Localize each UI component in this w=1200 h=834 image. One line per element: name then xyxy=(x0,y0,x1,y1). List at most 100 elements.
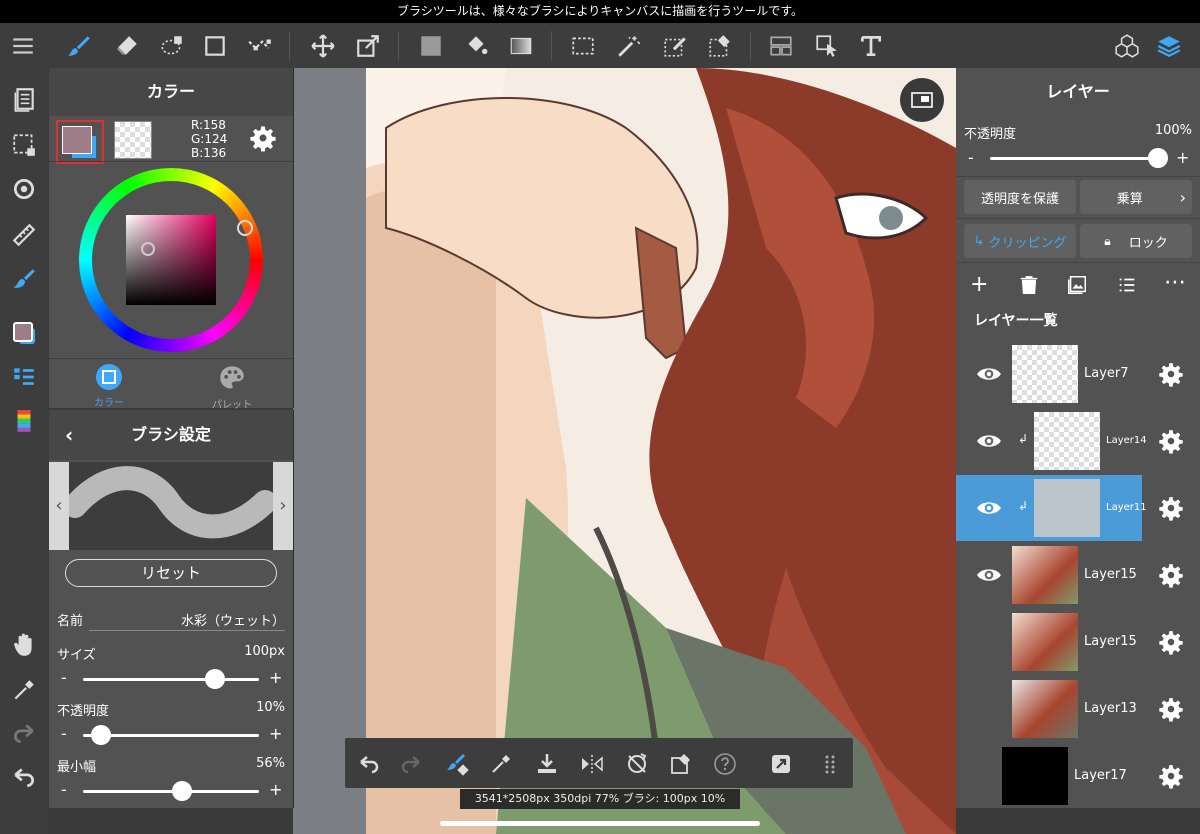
saturation-square[interactable] xyxy=(126,215,216,305)
brush-eraser-toggle-icon[interactable] xyxy=(443,750,471,778)
layer-menu-list-icon[interactable] xyxy=(1116,274,1138,300)
hand-tool-icon[interactable] xyxy=(7,628,41,662)
eye-icon[interactable] xyxy=(974,361,1004,391)
next-brush-icon[interactable]: › xyxy=(273,462,293,550)
layer-row[interactable]: Layer7 xyxy=(956,341,1200,407)
operation-tool-icon[interactable] xyxy=(810,29,844,63)
minwidth-slider-knob[interactable] xyxy=(171,781,192,801)
blend-mode-button[interactable]: 乗算 › xyxy=(1080,180,1192,214)
eye-icon[interactable] xyxy=(974,428,1004,458)
lasso-eraser-icon[interactable] xyxy=(155,29,189,63)
opacity-slider-knob[interactable] xyxy=(90,725,111,745)
layer-opacity-minus[interactable]: - xyxy=(968,148,974,167)
menu-icon[interactable] xyxy=(6,29,40,63)
brush-name-value[interactable]: 水彩（ウェット） xyxy=(181,610,285,629)
share-export-icon[interactable] xyxy=(767,750,795,778)
fill-color-icon[interactable] xyxy=(414,29,448,63)
layer-row[interactable]: Layer15 xyxy=(956,542,1200,608)
delete-layer-icon[interactable] xyxy=(1018,274,1040,300)
shape-tool-icon[interactable] xyxy=(198,29,232,63)
pages-icon[interactable] xyxy=(7,82,41,116)
select-eraser-icon[interactable] xyxy=(703,29,737,63)
home-indicator[interactable] xyxy=(440,821,760,826)
clipping-button[interactable]: ↳ クリッピング xyxy=(964,224,1076,258)
eraser-tool-icon[interactable] xyxy=(110,29,144,63)
layer-settings-gear-icon[interactable] xyxy=(1158,428,1184,458)
reset-button[interactable]: リセット xyxy=(65,559,277,587)
layer-row-hidden[interactable]: Layer17 xyxy=(956,743,1200,809)
layer-settings-gear-icon[interactable] xyxy=(1158,696,1184,726)
opacity-plus-button[interactable]: + xyxy=(269,724,282,743)
eye-icon[interactable] xyxy=(974,562,1004,592)
size-slider-knob[interactable] xyxy=(205,669,225,689)
layer-row-hidden[interactable]: Layer13 xyxy=(956,676,1200,742)
minwidth-minus-button[interactable]: - xyxy=(61,780,67,799)
size-slider[interactable] xyxy=(83,678,259,681)
tab-color[interactable]: カラー xyxy=(84,364,134,409)
redo-button-icon[interactable] xyxy=(397,750,425,778)
layer-settings-gear-icon[interactable] xyxy=(1158,629,1184,659)
layer-opacity-knob[interactable] xyxy=(1148,148,1168,168)
redo-icon[interactable] xyxy=(7,716,41,750)
eye-icon[interactable] xyxy=(974,495,1004,525)
more-options-icon[interactable]: ⋯ xyxy=(1164,272,1186,294)
reset-rotation-icon[interactable] xyxy=(623,750,651,778)
layer-panel-icon[interactable] xyxy=(1152,29,1186,63)
transform-tool-icon[interactable] xyxy=(351,29,385,63)
select-tool-icon[interactable] xyxy=(566,29,600,63)
material-icon[interactable] xyxy=(1110,29,1144,63)
drawing-canvas[interactable] xyxy=(293,68,956,834)
layer-row[interactable]: ↲ Layer14 xyxy=(956,408,1200,474)
add-layer-icon[interactable]: + xyxy=(970,274,988,296)
tab-palette[interactable]: パレット xyxy=(207,364,257,411)
canvas-view-button[interactable] xyxy=(900,78,944,122)
layer-row-hidden[interactable]: Layer15 xyxy=(956,609,1200,675)
ruler-icon[interactable] xyxy=(7,218,41,252)
color-settings-gear-icon[interactable] xyxy=(249,124,277,156)
main-color-swatch[interactable] xyxy=(56,120,104,164)
layer-settings-gear-icon[interactable] xyxy=(1158,361,1184,391)
sv-cursor[interactable] xyxy=(141,242,155,256)
prev-brush-icon[interactable]: ‹ xyxy=(49,462,69,550)
brush-tool-icon[interactable] xyxy=(62,29,96,63)
magic-wand-icon[interactable] xyxy=(612,29,646,63)
opacity-minus-button[interactable]: - xyxy=(61,724,67,743)
back-chevron-icon[interactable]: ‹ xyxy=(65,410,73,460)
color-wheel[interactable] xyxy=(79,168,263,352)
layer-opacity-slider[interactable] xyxy=(990,157,1160,160)
size-minus-button[interactable]: - xyxy=(61,668,67,687)
lock-button[interactable]: 🔒︎ ロック xyxy=(1080,224,1192,258)
add-image-layer-icon[interactable] xyxy=(1066,274,1088,300)
layer-settings-gear-icon[interactable] xyxy=(1158,495,1184,525)
frame-tool-icon[interactable] xyxy=(764,29,798,63)
rotate-canvas-icon[interactable] xyxy=(7,172,41,206)
brush-panel-icon[interactable] xyxy=(7,262,41,296)
save-download-icon[interactable] xyxy=(533,750,561,778)
protect-alpha-button[interactable]: 透明度を保護 xyxy=(964,180,1076,214)
grip-handle-icon[interactable] xyxy=(817,750,845,778)
sub-color-swatch[interactable] xyxy=(114,121,152,159)
flip-horizontal-icon[interactable] xyxy=(578,750,606,778)
undo-button-icon[interactable] xyxy=(355,750,383,778)
gradient-tool-icon[interactable] xyxy=(504,29,538,63)
curve-tool-icon[interactable] xyxy=(243,29,277,63)
select-pen-icon[interactable] xyxy=(658,29,692,63)
palette-bar-icon[interactable] xyxy=(7,404,41,438)
bucket-tool-icon[interactable] xyxy=(459,29,493,63)
select-edit-icon[interactable] xyxy=(667,750,695,778)
minwidth-plus-button[interactable]: + xyxy=(269,780,282,799)
eyedropper-button-icon[interactable] xyxy=(487,750,515,778)
layer-row-selected[interactable]: ↲ Layer11 xyxy=(956,475,1200,541)
layer-opacity-plus[interactable]: + xyxy=(1176,148,1189,167)
color-panel-icon[interactable] xyxy=(7,316,41,350)
help-icon[interactable] xyxy=(711,750,739,778)
undo-icon[interactable] xyxy=(7,760,41,794)
move-tool-icon[interactable] xyxy=(306,29,340,63)
text-tool-icon[interactable] xyxy=(854,29,888,63)
layer-settings-gear-icon[interactable] xyxy=(1158,562,1184,592)
layer-list-icon[interactable] xyxy=(7,360,41,394)
layer-settings-gear-icon[interactable] xyxy=(1158,763,1184,793)
hue-cursor[interactable] xyxy=(237,220,253,236)
eyedropper-icon[interactable] xyxy=(7,673,41,707)
selection-icon[interactable] xyxy=(7,128,41,162)
